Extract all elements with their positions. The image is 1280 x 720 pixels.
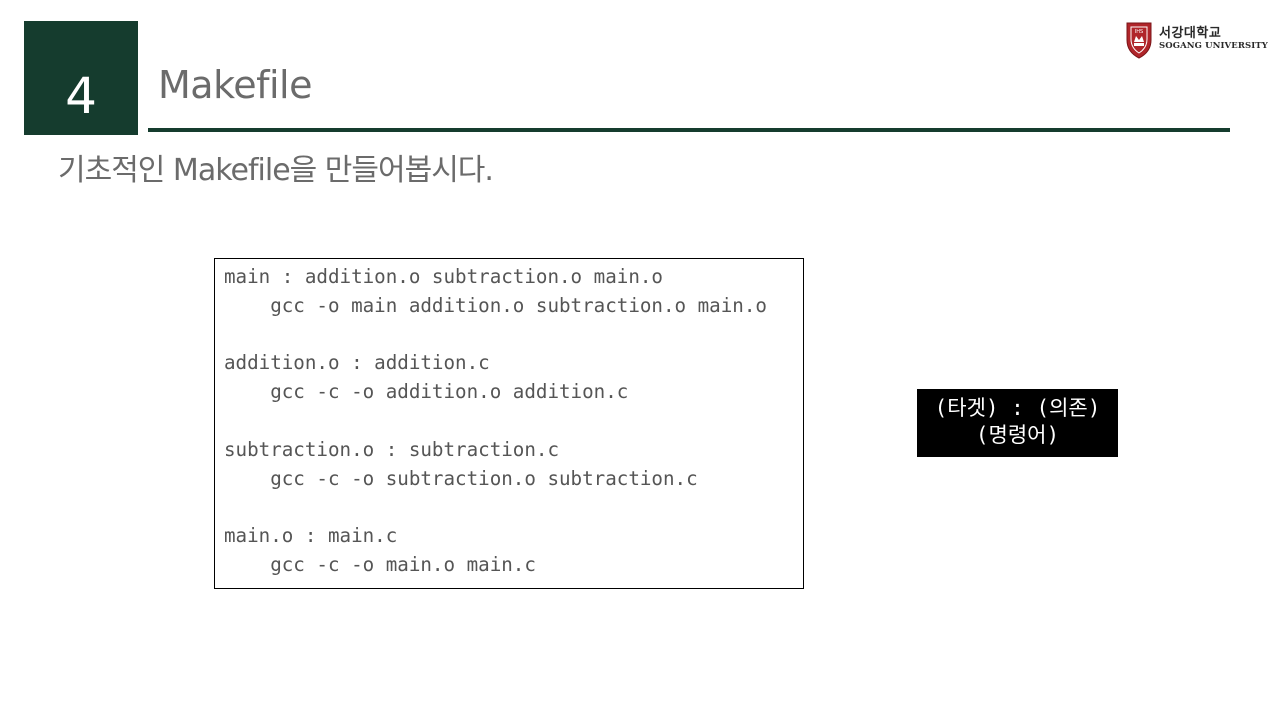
code-line: main : addition.o subtraction.o main.o — [224, 265, 663, 288]
code-line: main.o : main.c — [224, 524, 398, 548]
logo-korean-name: 서강대학교 — [1159, 25, 1222, 41]
code-line: subtraction.o : subtraction.c — [224, 437, 560, 461]
section-number: 4 — [65, 67, 97, 125]
annotation-command: (명령어) — [975, 423, 1060, 447]
code-line: gcc -c -o subtraction.o subtraction.c — [224, 466, 698, 490]
code-line: gcc -o main addition.o subtraction.o mai… — [224, 293, 767, 317]
university-logo: IHS 서강대학교 SOGANG UNIVERSITY — [1124, 17, 1268, 61]
university-crest-icon: IHS — [1126, 22, 1152, 59]
slide-subtitle: 기초적인 Makefile을 만들어봅시다. — [58, 153, 494, 188]
crest-text: IHS — [1135, 29, 1143, 35]
title-underline — [148, 128, 1230, 132]
section-number-box: 4 — [24, 21, 138, 135]
code-line: addition.o : addition.c — [224, 351, 490, 375]
syntax-annotation-box: (타겟) : (의존) (명령어) — [917, 389, 1118, 457]
logo-english-name: SOGANG UNIVERSITY — [1159, 41, 1268, 52]
makefile-code-block: main : addition.o subtraction.o main.o g… — [214, 258, 804, 589]
annotation-target-dependency: (타겟) : (의존) — [934, 396, 1101, 420]
slide-title: Makefile — [158, 63, 312, 107]
code-line: gcc -c -o addition.o addition.c — [224, 380, 629, 404]
code-line: gcc -c -o main.o main.c — [224, 552, 536, 576]
